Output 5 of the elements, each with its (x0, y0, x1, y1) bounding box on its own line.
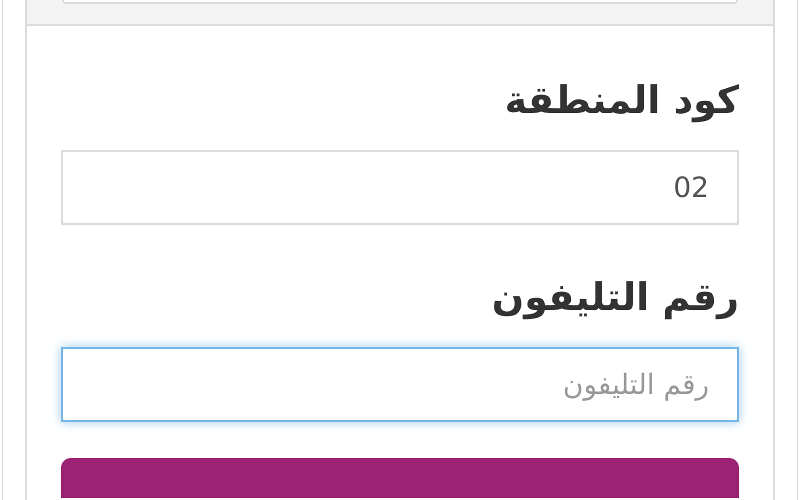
input-field[interactable]: 02 (61, 150, 739, 225)
submit-button[interactable] (61, 458, 739, 498)
field-label: كود المنطقة (504, 77, 739, 124)
input-field[interactable]: رقم التليفون (61, 347, 739, 422)
field-label: رقم التليفون (490, 274, 739, 321)
